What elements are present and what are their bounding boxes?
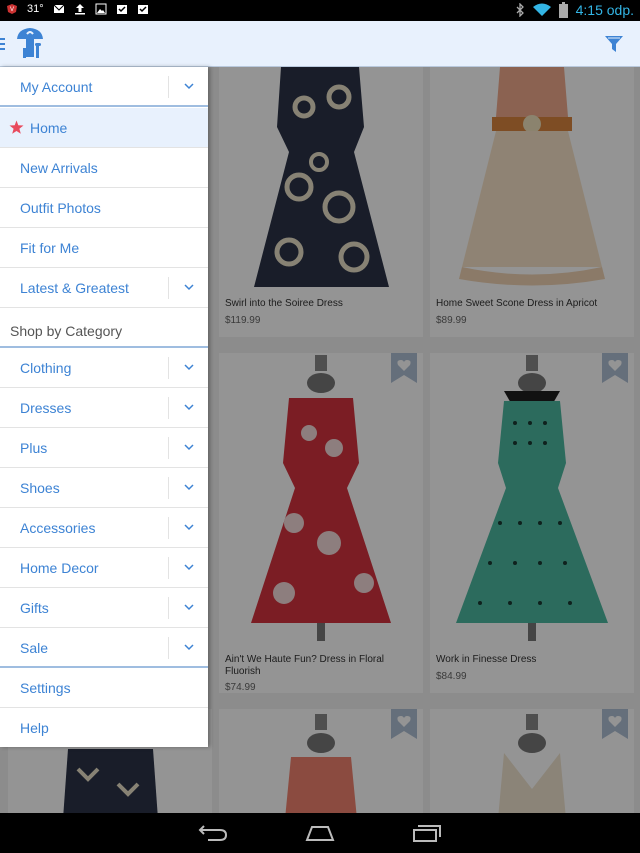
chevron-down-icon bbox=[184, 364, 194, 371]
drawer-item-label: Gifts bbox=[20, 600, 49, 616]
drawer-item-home-decor[interactable]: Home Decor bbox=[0, 548, 208, 588]
drawer-item-label: Home Decor bbox=[20, 560, 99, 576]
navigation-drawer: My Account Home New Arrivals Outfit Phot… bbox=[0, 67, 208, 747]
filter-icon[interactable] bbox=[604, 34, 624, 54]
section-title: Shop by Category bbox=[10, 323, 123, 339]
chevron-down-icon bbox=[184, 284, 194, 291]
drawer-item-label: Clothing bbox=[20, 360, 72, 376]
upload-icon bbox=[74, 4, 85, 15]
chevron-down-icon bbox=[184, 484, 194, 491]
drawer-item-fit-for-me[interactable]: Fit for Me bbox=[0, 228, 208, 268]
drawer-item-gifts[interactable]: Gifts bbox=[0, 588, 208, 628]
shield-icon: V bbox=[7, 4, 17, 14]
gmail-icon bbox=[53, 4, 64, 13]
star-icon bbox=[9, 120, 24, 134]
battery-icon bbox=[558, 2, 568, 18]
drawer-item-label: Shoes bbox=[20, 480, 60, 496]
chevron-down-icon bbox=[184, 404, 194, 411]
chevron-down-icon bbox=[184, 83, 194, 90]
drawer-item-accessories[interactable]: Accessories bbox=[0, 508, 208, 548]
drawer-item-label: Accessories bbox=[20, 520, 96, 536]
expand-button[interactable] bbox=[168, 437, 208, 459]
drawer-item-label: Plus bbox=[20, 440, 48, 456]
drawer-item-my-account[interactable]: My Account bbox=[0, 67, 208, 107]
expand-button[interactable] bbox=[168, 517, 208, 539]
expand-button[interactable] bbox=[168, 557, 208, 579]
bluetooth-icon bbox=[516, 3, 524, 17]
svg-text:V: V bbox=[10, 7, 14, 13]
drawer-item-label: Outfit Photos bbox=[20, 200, 101, 216]
clipboard-check-icon bbox=[116, 5, 127, 14]
drawer-item-latest-greatest[interactable]: Latest & Greatest bbox=[0, 268, 208, 308]
clipboard-check-icon bbox=[137, 5, 148, 14]
shop-by-category-header: Shop by Category bbox=[0, 308, 208, 348]
expand-button[interactable] bbox=[168, 637, 208, 659]
drawer-item-label: Fit for Me bbox=[20, 240, 80, 256]
drawer-item-label: Home bbox=[30, 120, 68, 136]
temperature-text: 31° bbox=[27, 3, 44, 15]
drawer-item-shoes[interactable]: Shoes bbox=[0, 468, 208, 508]
drawer-item-home[interactable]: Home bbox=[0, 108, 208, 148]
recent-apps-icon[interactable] bbox=[412, 824, 442, 842]
back-icon[interactable] bbox=[198, 824, 228, 842]
chevron-down-icon bbox=[184, 644, 194, 651]
expand-button[interactable] bbox=[168, 597, 208, 619]
image-icon bbox=[95, 3, 107, 15]
drawer-item-plus[interactable]: Plus bbox=[0, 428, 208, 468]
chevron-down-icon bbox=[184, 604, 194, 611]
action-bar bbox=[0, 21, 640, 67]
chevron-down-icon bbox=[184, 444, 194, 451]
drawer-item-label: Settings bbox=[20, 680, 71, 696]
modcloth-logo-icon[interactable] bbox=[14, 26, 46, 62]
expand-button[interactable] bbox=[168, 76, 208, 98]
drawer-item-help[interactable]: Help bbox=[0, 708, 208, 748]
clock-text: 4:15 odp. bbox=[575, 2, 634, 18]
expand-button[interactable] bbox=[168, 357, 208, 379]
drawer-item-dresses[interactable]: Dresses bbox=[0, 388, 208, 428]
home-icon[interactable] bbox=[305, 824, 335, 842]
chevron-down-icon bbox=[184, 524, 194, 531]
drawer-item-settings[interactable]: Settings bbox=[0, 668, 208, 708]
status-bar: V 31° 4:15 odp. bbox=[0, 0, 640, 21]
drawer-item-label: My Account bbox=[20, 79, 93, 95]
drawer-item-label: Help bbox=[20, 720, 49, 736]
drawer-item-clothing[interactable]: Clothing bbox=[0, 348, 208, 388]
expand-button[interactable] bbox=[168, 477, 208, 499]
drawer-item-label: New Arrivals bbox=[20, 160, 98, 176]
expand-button[interactable] bbox=[168, 397, 208, 419]
chevron-down-icon bbox=[184, 564, 194, 571]
drawer-item-label: Dresses bbox=[20, 400, 72, 416]
drawer-item-label: Sale bbox=[20, 640, 49, 656]
drawer-item-new-arrivals[interactable]: New Arrivals bbox=[0, 148, 208, 188]
drawer-indicator-icon[interactable] bbox=[0, 38, 5, 50]
expand-button[interactable] bbox=[168, 277, 208, 299]
drawer-item-label: Latest & Greatest bbox=[20, 280, 129, 296]
drawer-item-outfit-photos[interactable]: Outfit Photos bbox=[0, 188, 208, 228]
system-navigation-bar bbox=[0, 813, 640, 853]
wifi-icon bbox=[532, 3, 551, 16]
drawer-item-sale[interactable]: Sale bbox=[0, 628, 208, 668]
